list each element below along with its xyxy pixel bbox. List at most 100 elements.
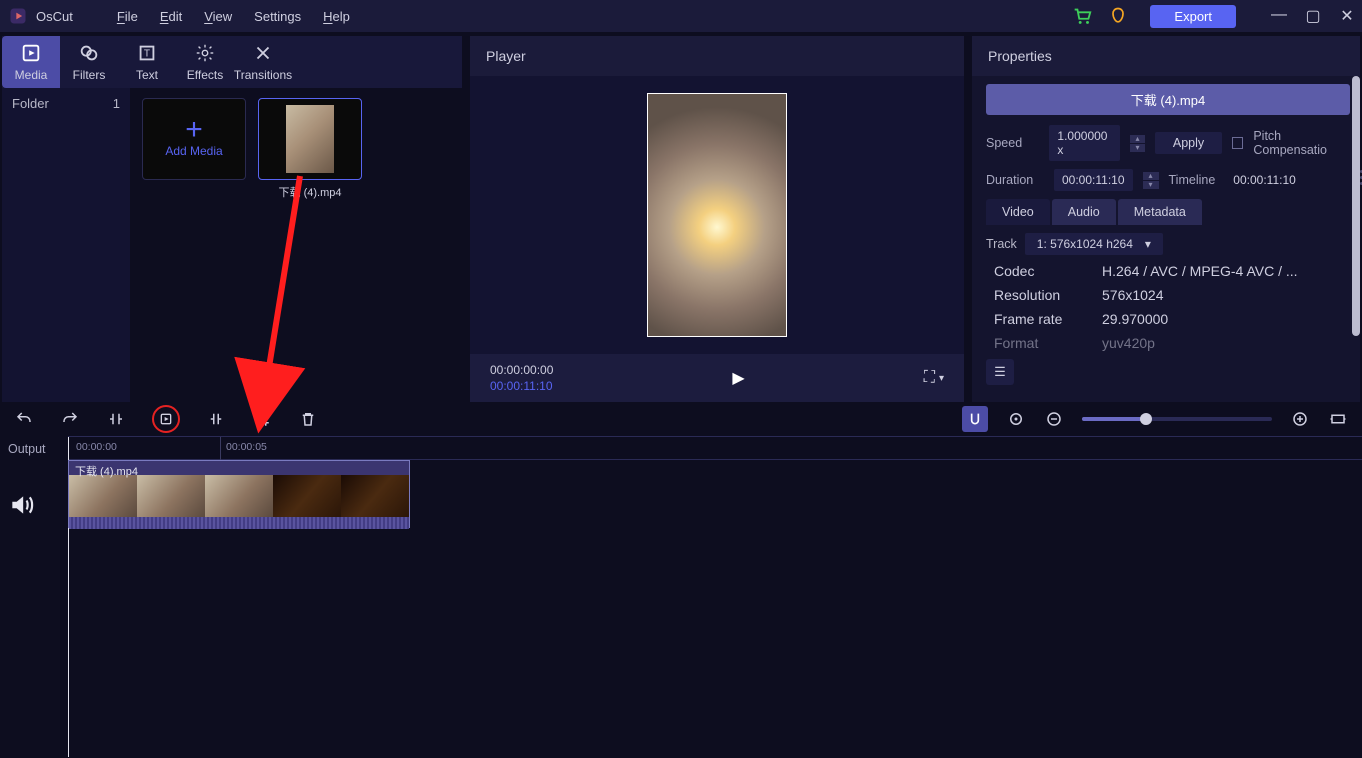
export-button[interactable]: Export [1150,5,1236,28]
timeline-clip-label: 下载 (4).mp4 [75,463,138,479]
ruler-tick-0: 00:00:00 [76,441,117,453]
player-frame[interactable] [647,93,787,337]
prop-tab-metadata[interactable]: Metadata [1118,199,1202,225]
framerate-key: Frame rate [994,311,1102,327]
speed-spinner[interactable]: ▴▾ [1130,135,1145,152]
properties-file-chip[interactable]: 下载 (4).mp4 [986,84,1350,115]
tab-text[interactable]: T Text [118,36,176,88]
zoom-in-icon[interactable] [1290,409,1310,429]
split-marker-icon[interactable] [106,409,126,429]
snap-icon[interactable] [962,406,988,432]
zoom-fit-icon[interactable] [1328,409,1348,429]
tab-transitions[interactable]: Transitions [234,36,292,88]
duration-spinner[interactable]: ▴▾ [1143,172,1159,189]
redo-icon[interactable] [60,409,80,429]
properties-menu-button[interactable]: ☰ [986,359,1014,385]
timeline: Output 00:00:00 00:00:05 下载 (4).mp4 [0,436,1362,758]
prop-tab-audio[interactable]: Audio [1052,199,1116,225]
tab-filters-label: Filters [73,68,106,82]
ripple-playhead-icon[interactable] [152,405,180,433]
tab-effects[interactable]: Effects [176,36,234,88]
maximize-icon[interactable]: ▢ [1304,6,1322,26]
folder-pane[interactable]: Folder 1 [2,88,130,402]
player-controls: 00:00:00:00 00:00:11:10 ▶ ⛶ ▾ [470,354,964,402]
cut-icon[interactable] [206,409,226,429]
menu-file[interactable]: File [117,9,138,24]
format-key: Format [994,335,1102,351]
media-clip-tile[interactable] [258,98,362,180]
tab-effects-label: Effects [187,68,223,82]
tool-tabs: Media Filters T Text Effects Transitions [2,36,462,88]
chevron-down-icon[interactable]: ▾ [939,373,944,384]
menubar: File Edit View Settings Help [117,9,350,24]
titlebar: OsCut File Edit View Settings Help Expor… [0,0,1362,32]
add-media-label: Add Media [165,144,222,158]
timeline-dur-value: 00:00:11:10 [1225,169,1304,191]
properties-scrollbar[interactable] [1352,76,1360,402]
app-logo [8,6,28,26]
tab-filters[interactable]: Filters [60,36,118,88]
timeline-clip[interactable]: 下载 (4).mp4 [68,460,410,528]
duration-label: Duration [986,173,1044,187]
codec-value: H.264 / AVC / MPEG-4 AVC / ... [1102,263,1298,279]
clip-waveform [69,517,409,529]
resolution-key: Resolution [994,287,1102,303]
target-icon[interactable] [1006,409,1026,429]
fullscreen-icon[interactable]: ⛶ [924,369,935,387]
close-icon[interactable]: ✕ [1338,6,1356,26]
plus-icon: + [185,120,203,140]
speaker-icon[interactable] [8,492,60,518]
media-thumbnail [286,105,334,173]
pitch-label: Pitch Compensatio [1253,129,1350,157]
menu-edit[interactable]: Edit [160,9,182,24]
output-label: Output [8,442,60,456]
media-clip-caption: 下载 (4).mp4 [279,184,342,200]
tab-media-label: Media [15,68,48,82]
duration-input[interactable]: 00:00:11:10 [1054,169,1133,191]
chevron-down-icon: ▾ [1145,237,1151,251]
timeline-tracks[interactable]: 00:00:00 00:00:05 下载 (4).mp4 [68,436,1362,758]
pitch-checkbox[interactable] [1232,137,1243,149]
resolution-value: 576x1024 [1102,287,1164,303]
player-time-duration: 00:00:11:10 [490,378,553,394]
track-select-value: 1: 576x1024 h264 [1037,237,1133,251]
clip-thumb [69,475,137,517]
timeline-ruler[interactable]: 00:00:00 00:00:05 [68,436,1362,460]
svg-text:T: T [144,49,150,60]
menu-view[interactable]: View [204,9,232,24]
promo-icon[interactable] [1106,4,1130,28]
player-viewport[interactable] [470,76,964,354]
media-grid: + Add Media 下载 (4).mp4 [130,88,462,402]
clip-thumb [137,475,205,517]
ruler-tick-1: 00:00:05 [226,441,267,453]
track-select[interactable]: 1: 576x1024 h264 ▾ [1025,233,1163,255]
zoom-out-icon[interactable] [1044,409,1064,429]
speed-input[interactable]: 1.000000 x [1049,125,1120,161]
prop-tab-video[interactable]: Video [986,199,1050,225]
menu-help[interactable]: Help [323,9,350,24]
player-time-current: 00:00:00:00 [490,362,553,378]
folder-count: 1 [113,96,120,394]
clip-thumb [341,475,409,517]
tab-media[interactable]: Media [2,36,60,88]
minimize-icon[interactable]: — [1270,6,1288,26]
codec-key: Codec [994,263,1102,279]
menu-settings[interactable]: Settings [254,9,301,24]
cart-icon[interactable] [1070,4,1094,28]
format-value: yuv420p [1102,335,1155,351]
player-panel: Player 00:00:00:00 00:00:11:10 ▶ ⛶ ▾ [470,36,964,402]
folder-label: Folder [12,96,49,394]
tab-text-label: Text [136,68,158,82]
add-media-tile[interactable]: + Add Media [142,98,246,180]
undo-icon[interactable] [14,409,34,429]
apply-button[interactable]: Apply [1155,132,1222,154]
delete-icon[interactable] [298,409,318,429]
properties-panel: Properties 下载 (4).mp4 Speed 1.000000 x ▴… [972,36,1360,402]
play-button[interactable]: ▶ [732,368,744,388]
properties-header: Properties [972,36,1360,76]
crop-icon[interactable] [252,409,272,429]
speed-label: Speed [986,136,1039,150]
clip-thumb [205,475,273,517]
zoom-slider[interactable] [1082,417,1272,421]
timeline-output-column: Output [0,436,68,758]
